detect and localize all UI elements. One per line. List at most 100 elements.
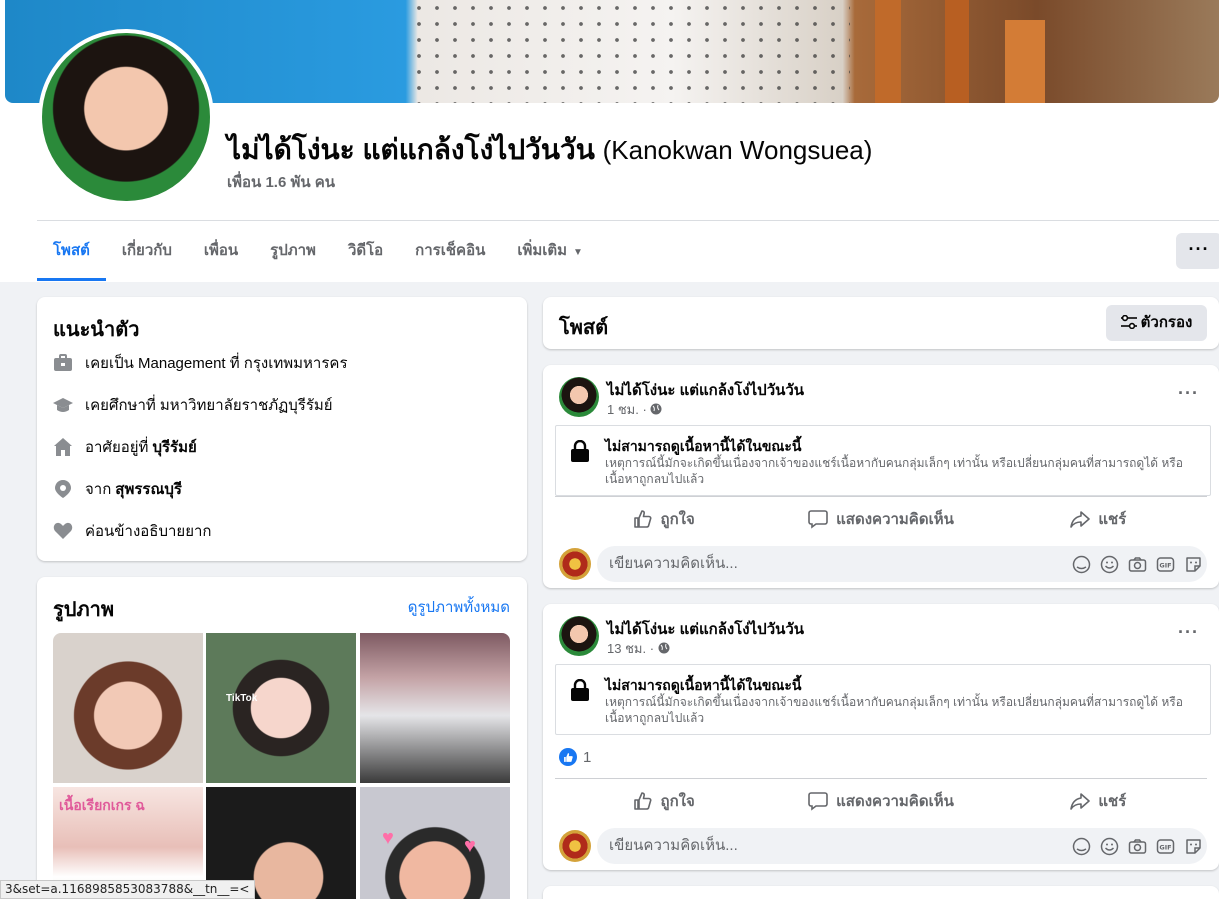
- current-user-avatar[interactable]: [559, 830, 591, 862]
- photo-thumbnail[interactable]: ♥ ♥: [360, 787, 510, 899]
- intro-item-text: จาก: [85, 481, 112, 498]
- tab-friends[interactable]: เพื่อน: [188, 221, 254, 281]
- post-options-button[interactable]: ···: [1178, 383, 1199, 404]
- emoji-icon[interactable]: [1100, 837, 1119, 856]
- post-timestamp: 1 ชม. ·: [607, 399, 662, 420]
- intro-item-text: เคยเป็น Management ที่ กรุงเทพมหารคร: [85, 355, 348, 372]
- profile-avatar[interactable]: [38, 29, 214, 205]
- post-actions-bar: ถูกใจ แสดงความคิดเห็น แชร์: [555, 778, 1207, 822]
- cover-photo-detail: [875, 0, 901, 103]
- globe-icon: [650, 403, 662, 415]
- unavailable-content-box: ไม่สามารถดูเนื้อหานี้ได้ในขณะนี้ เหตุการ…: [555, 664, 1211, 735]
- comment-label: แสดงความคิดเห็น: [836, 792, 954, 810]
- post-timestamp: 13 ชม. ·: [607, 638, 670, 659]
- share-button[interactable]: แชร์: [990, 779, 1207, 822]
- tab-checkins[interactable]: การเช็คอิน: [399, 221, 501, 281]
- comment-bubble-icon: [808, 791, 828, 811]
- svg-text:GIF: GIF: [1159, 562, 1171, 570]
- share-label: แชร์: [1098, 792, 1127, 810]
- intro-title: แนะนำตัว: [53, 319, 140, 341]
- intro-item-relationship: ค่อนข้างอธิบายยาก: [53, 519, 212, 543]
- more-options-button[interactable]: ···: [1176, 233, 1219, 269]
- comment-composer: เขียนความคิดเห็น... GIF: [559, 546, 1207, 582]
- heart-icon: [53, 522, 73, 539]
- tab-label: การเช็คอิน: [415, 242, 486, 259]
- share-arrow-icon: [1070, 510, 1091, 528]
- heart-sticker-icon: ♥: [382, 827, 394, 849]
- see-all-photos-link[interactable]: ดูรูปภาพทั้งหมด: [408, 595, 510, 619]
- tab-more[interactable]: เพิ่มเติม ▼: [501, 221, 599, 281]
- camera-icon[interactable]: [1128, 555, 1147, 574]
- tab-videos[interactable]: วิดีโอ: [332, 221, 399, 281]
- post-time[interactable]: 1 ชม. ·: [607, 402, 647, 417]
- tab-label: รูปภาพ: [270, 242, 316, 259]
- post-time[interactable]: 13 ชม. ·: [607, 641, 654, 656]
- intro-card: แนะนำตัว เคยเป็น Management ที่ กรุงเทพม…: [37, 297, 527, 561]
- friend-count[interactable]: เพื่อน 1.6 พัน คน: [227, 170, 335, 194]
- profile-tabs: โพสต์ เกี่ยวกับ เพื่อน รูปภาพ วิดีโอ การ…: [37, 221, 599, 281]
- filter-label: ตัวกรอง: [1140, 314, 1193, 331]
- browser-status-url: 3&set=a.1168985853083788&__tn__=<: [0, 880, 255, 899]
- photo-thumbnail[interactable]: [53, 633, 203, 783]
- like-reaction-icon: [559, 748, 577, 766]
- avatar-sticker-icon[interactable]: [1072, 555, 1091, 574]
- post-author-avatar[interactable]: [559, 377, 599, 417]
- filter-button[interactable]: ตัวกรอง: [1106, 305, 1207, 341]
- cover-photo-detail: [1005, 20, 1045, 103]
- intro-item-text: เคยศึกษาที่ มหาวิทยาลัยราชภัฏบุรีรัมย์: [85, 397, 333, 414]
- comment-bubble-icon: [808, 509, 828, 529]
- post-options-button[interactable]: ···: [1178, 622, 1199, 643]
- intro-item-lives: อาศัยอยู่ที่ บุรีรัมย์: [53, 435, 197, 459]
- share-label: แชร์: [1098, 510, 1127, 528]
- emoji-icon[interactable]: [1100, 555, 1119, 574]
- profile-name: ไม่ได้โง่นะ แต่แกล้งโง่ไปวันวัน (Kanokwa…: [227, 128, 872, 172]
- profile-alt-name: (Kanokwan Wongsuea): [602, 135, 873, 165]
- filter-sliders-icon: [1120, 315, 1137, 329]
- reaction-count: 1: [583, 748, 592, 766]
- avatar-sticker-icon[interactable]: [1072, 837, 1091, 856]
- graduation-cap-icon: [53, 398, 73, 412]
- like-button[interactable]: ถูกใจ: [555, 497, 772, 540]
- comment-button[interactable]: แสดงความคิดเห็น: [772, 497, 989, 540]
- like-label: ถูกใจ: [660, 792, 695, 810]
- comment-button[interactable]: แสดงความคิดเห็น: [772, 779, 989, 822]
- thumbs-up-icon: [633, 509, 651, 528]
- tab-posts[interactable]: โพสต์: [37, 221, 106, 281]
- intro-item-link[interactable]: สุพรรณบุรี: [115, 477, 182, 501]
- intro-item-text: อาศัยอยู่ที่: [85, 439, 149, 456]
- briefcase-icon: [54, 354, 72, 371]
- home-icon: [54, 438, 72, 456]
- unavailable-content-box: ไม่สามารถดูเนื้อหานี้ได้ในขณะนี้ เหตุการ…: [555, 425, 1211, 496]
- camera-icon[interactable]: [1128, 837, 1147, 856]
- post-card: [543, 886, 1219, 899]
- tab-photos[interactable]: รูปภาพ: [254, 221, 332, 281]
- posts-header-card: โพสต์ ตัวกรอง: [543, 297, 1219, 349]
- gif-icon[interactable]: GIF: [1156, 837, 1175, 856]
- post-card: ไม่ได้โง่นะ แต่แกล้งโง่ไปวันวัน 1 ชม. · …: [543, 365, 1219, 588]
- current-user-avatar[interactable]: [559, 548, 591, 580]
- comment-label: แสดงความคิดเห็น: [836, 510, 954, 528]
- thumbs-up-icon: [633, 791, 651, 810]
- like-button[interactable]: ถูกใจ: [555, 779, 772, 822]
- lock-icon: [571, 679, 589, 701]
- post-author-avatar[interactable]: [559, 616, 599, 656]
- sticker-icon[interactable]: [1184, 555, 1203, 574]
- intro-item-link[interactable]: บุรีรัมย์: [152, 435, 196, 459]
- tab-label: โพสต์: [53, 242, 90, 259]
- cover-photo-detail: [945, 0, 969, 103]
- gif-icon[interactable]: GIF: [1156, 555, 1175, 574]
- comment-tools: GIF: [1072, 837, 1203, 856]
- comment-tools: GIF: [1072, 555, 1203, 574]
- intro-item-text: ค่อนข้างอธิบายยาก: [85, 523, 212, 540]
- profile-avatar-image: [42, 33, 210, 201]
- reaction-summary[interactable]: 1: [559, 748, 591, 766]
- post-card: ไม่ได้โง่นะ แต่แกล้งโง่ไปวันวัน 13 ชม. ·…: [543, 604, 1219, 870]
- photo-thumbnail[interactable]: [360, 633, 510, 783]
- sticker-icon[interactable]: [1184, 837, 1203, 856]
- intro-item-education: เคยศึกษาที่ มหาวิทยาลัยราชภัฏบุรีรัมย์: [53, 393, 333, 417]
- profile-name-main: ไม่ได้โง่นะ แต่แกล้งโง่ไปวันวัน: [227, 134, 595, 165]
- share-button[interactable]: แชร์: [990, 497, 1207, 540]
- photo-thumbnail[interactable]: TikTok: [206, 633, 356, 783]
- svg-text:GIF: GIF: [1159, 844, 1171, 852]
- tab-about[interactable]: เกี่ยวกับ: [106, 221, 188, 281]
